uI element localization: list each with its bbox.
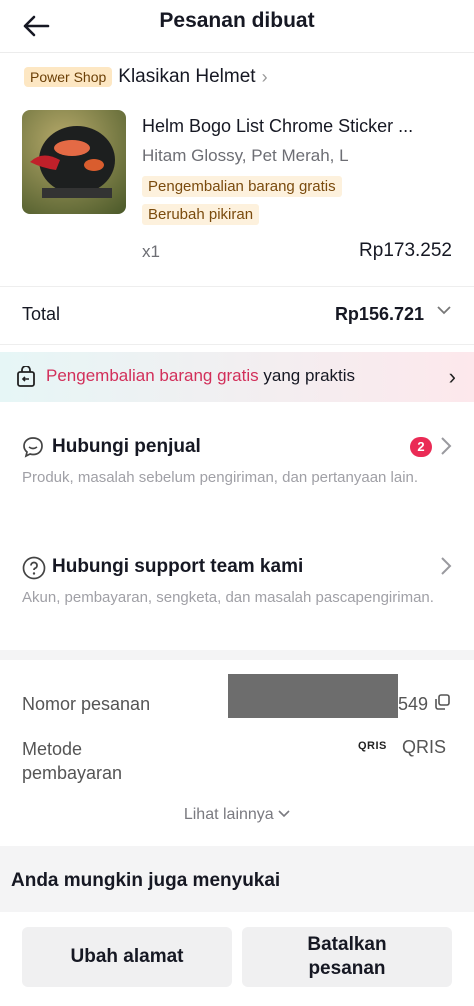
copy-icon[interactable] xyxy=(433,693,451,716)
recommendations-title: Anda mungkin juga menyukai xyxy=(11,870,281,891)
change-address-button[interactable]: Ubah alamat xyxy=(22,927,232,987)
product-price: Rp173.252 xyxy=(359,240,452,261)
contact-support-title[interactable]: Hubungi support team kami xyxy=(52,556,303,578)
chat-bubble-icon xyxy=(22,436,44,463)
chevron-down-icon[interactable] xyxy=(436,302,452,323)
total-value[interactable]: Rp156.721 xyxy=(335,304,424,325)
product-variant: Hitam Glossy, Pet Merah, L xyxy=(142,146,349,165)
shop-name: Klasikan Helmet xyxy=(118,66,256,87)
contact-seller-description: Produk, masalah sebelum pengiriman, dan … xyxy=(22,469,419,486)
shop-link[interactable]: Power Shop Klasikan Helmet › xyxy=(24,64,268,90)
chevron-down-icon xyxy=(278,806,290,823)
see-more-label: Lihat lainnya xyxy=(183,806,274,823)
order-number-value: 549 xyxy=(398,694,429,714)
total-label: Total xyxy=(22,304,61,324)
see-more-button[interactable]: Lihat lainnya xyxy=(0,806,474,824)
chevron-right-icon[interactable] xyxy=(440,436,452,462)
free-returns-banner[interactable]: Pengembalian barang gratis yang praktis … xyxy=(0,352,474,402)
redacted-order-number xyxy=(228,674,398,718)
order-number-label: Nomor pesanan xyxy=(22,694,151,714)
unread-badge: 2 xyxy=(410,437,432,457)
payment-method-label: Metode pembayaran xyxy=(22,739,123,783)
change-mind-tag: Berubah pikiran xyxy=(142,204,260,225)
cancel-order-label: Batalkan pesanan xyxy=(307,934,387,979)
contact-seller-title[interactable]: Hubungi penjual xyxy=(52,436,201,458)
free-returns-text: Pengembalian barang gratis yang praktis xyxy=(46,366,355,386)
chevron-right-icon: › xyxy=(261,66,268,87)
contact-support-description: Akun, pembayaran, sengketa, dan masalah … xyxy=(22,589,434,606)
power-shop-badge: Power Shop xyxy=(24,67,113,87)
cancel-order-button[interactable]: Batalkan pesanan xyxy=(242,927,452,987)
section-divider xyxy=(0,650,474,660)
product-image[interactable] xyxy=(22,110,126,214)
product-quantity: x1 xyxy=(142,242,160,261)
free-return-tag: Pengembalian barang gratis xyxy=(142,176,342,197)
chevron-right-icon: › xyxy=(448,364,456,389)
chevron-right-icon[interactable] xyxy=(440,556,452,582)
return-bag-icon xyxy=(16,365,36,393)
payment-method-value: QRIS xyxy=(402,737,447,757)
help-circle-icon xyxy=(22,556,46,585)
divider xyxy=(0,344,474,345)
free-returns-rest: yang praktis xyxy=(258,366,356,385)
free-returns-highlight: Pengembalian barang gratis xyxy=(46,366,259,385)
qris-logo: QRIS xyxy=(358,740,387,752)
page-title: Pesanan dibuat xyxy=(159,9,315,32)
divider xyxy=(0,286,474,287)
product-name[interactable]: Helm Bogo List Chrome Sticker ... xyxy=(142,116,458,137)
